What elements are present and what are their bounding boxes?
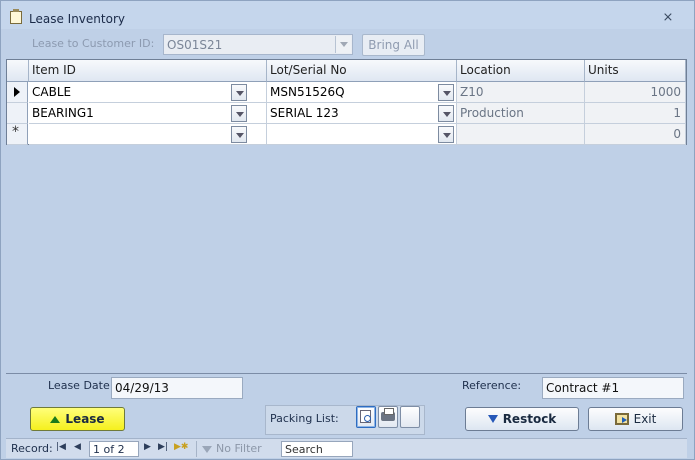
arrow-down-icon xyxy=(487,415,498,423)
chevron-down-icon xyxy=(443,133,451,138)
lot-serial-dropdown[interactable] xyxy=(438,105,454,122)
exit-button-label: Exit xyxy=(633,412,657,426)
chevron-down-icon xyxy=(236,91,244,96)
packing-list-label: Packing List: xyxy=(270,412,339,425)
customer-id-combo[interactable]: OS01S21 xyxy=(163,34,353,55)
reference-label: Reference: xyxy=(462,379,522,392)
bring-all-button[interactable]: Bring All xyxy=(362,34,425,56)
new-row-location xyxy=(457,124,585,145)
cell-text: SERIAL 123 xyxy=(270,106,339,120)
chevron-down-icon xyxy=(443,112,451,117)
lease-date-label: Lease Date: xyxy=(48,379,114,392)
restock-button-label: Restock xyxy=(502,412,557,426)
record-navigation-bar: Record: |◀ ◀ 1 of 2 ▶ ▶| ▶✱ No Filter Se… xyxy=(6,438,687,458)
lease-button-label: Lease xyxy=(65,412,105,426)
packing-list-print-button[interactable] xyxy=(378,406,398,428)
chevron-down-icon xyxy=(340,42,348,47)
column-header-item-id[interactable]: Item ID xyxy=(29,60,267,82)
arrow-up-icon xyxy=(50,415,61,423)
chevron-down-icon xyxy=(236,133,244,138)
table-row-lot-serial[interactable]: MSN51526Q xyxy=(267,82,457,103)
chevron-down-icon xyxy=(236,112,244,117)
filter-toggle[interactable]: No Filter xyxy=(202,442,262,455)
packing-list-preview-button[interactable] xyxy=(356,406,376,428)
new-row-units: 0 xyxy=(585,124,686,145)
new-record-nav-icon[interactable]: ▶✱ xyxy=(174,442,188,452)
customer-id-value: OS01S21 xyxy=(167,38,223,52)
window-title: Lease Inventory xyxy=(29,12,125,26)
item-id-dropdown[interactable] xyxy=(231,126,247,143)
exit-button[interactable]: Exit xyxy=(588,407,683,431)
filter-icon xyxy=(202,445,212,453)
chevron-down-icon xyxy=(443,91,451,96)
restock-button[interactable]: Restock xyxy=(465,407,579,431)
table-row-location: Z10 xyxy=(457,82,585,103)
lot-serial-dropdown[interactable] xyxy=(438,126,454,143)
filter-label: No Filter xyxy=(216,442,262,455)
inventory-grid: Item ID Lot/Serial No Location Units CAB… xyxy=(6,59,687,145)
customer-id-label: Lease to Customer ID: xyxy=(32,37,155,50)
item-id-dropdown[interactable] xyxy=(231,84,247,101)
exit-door-icon xyxy=(614,413,629,425)
row-selector[interactable] xyxy=(7,103,28,124)
printer-icon xyxy=(381,408,395,421)
column-header-lot-serial[interactable]: Lot/Serial No xyxy=(267,60,457,82)
cell-text: CABLE xyxy=(32,85,72,99)
column-header-units[interactable]: Units xyxy=(585,60,686,82)
current-record-pointer-icon xyxy=(14,87,20,97)
lease-inventory-window: Lease Inventory ⨯ Lease to Customer ID: … xyxy=(0,0,695,460)
record-position-field[interactable]: 1 of 2 xyxy=(89,441,139,457)
title-bar: Lease Inventory ⨯ xyxy=(1,1,694,29)
next-record-icon[interactable]: ▶ xyxy=(144,442,151,452)
lot-serial-dropdown[interactable] xyxy=(438,84,454,101)
first-record-icon[interactable]: |◀ xyxy=(56,442,66,452)
column-header-location[interactable]: Location xyxy=(457,60,585,82)
new-row-lot-serial[interactable] xyxy=(267,124,457,145)
packing-list-extra-button[interactable] xyxy=(400,406,420,428)
row-selector-current[interactable] xyxy=(7,82,28,103)
table-row-units: 1000 xyxy=(585,82,686,103)
last-record-icon[interactable]: ▶| xyxy=(158,442,168,452)
footer-divider xyxy=(6,373,687,374)
customer-id-dropdown[interactable] xyxy=(335,36,351,53)
form-icon xyxy=(10,9,22,24)
previous-record-icon[interactable]: ◀ xyxy=(74,442,81,452)
reference-field[interactable]: Contract #1 xyxy=(542,377,684,399)
grid-corner xyxy=(7,60,29,82)
nav-separator xyxy=(196,441,197,457)
new-record-icon: * xyxy=(12,124,19,140)
close-icon[interactable]: ⨯ xyxy=(661,11,675,25)
cell-text: BEARING1 xyxy=(32,106,94,120)
cell-text: MSN51526Q xyxy=(270,85,345,99)
search-input[interactable]: Search xyxy=(281,441,353,457)
row-selector-new[interactable]: * xyxy=(7,124,28,145)
print-preview-icon xyxy=(360,410,371,423)
lease-button[interactable]: Lease xyxy=(30,407,125,431)
lease-date-field[interactable]: 04/29/13 xyxy=(111,377,243,399)
table-row-location: Production xyxy=(457,103,585,124)
item-id-dropdown[interactable] xyxy=(231,105,247,122)
record-label: Record: xyxy=(11,442,53,455)
table-row-units: 1 xyxy=(585,103,686,124)
table-row-lot-serial[interactable]: SERIAL 123 xyxy=(267,103,457,124)
